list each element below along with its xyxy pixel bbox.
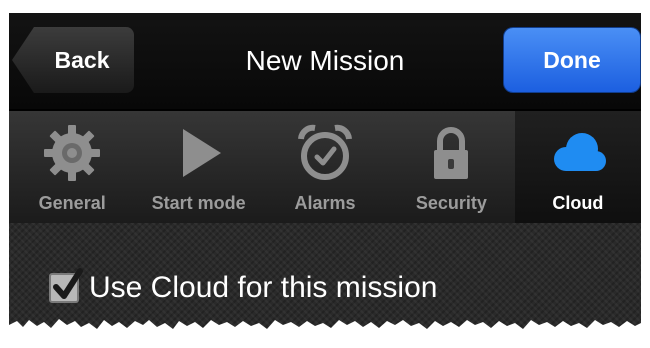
tab-security[interactable]: Security (388, 111, 514, 223)
page-title: New Mission (245, 45, 405, 76)
tab-cloud[interactable]: Cloud (514, 111, 641, 223)
done-button[interactable]: Done (503, 27, 641, 93)
use-cloud-label: Use Cloud for this mission (89, 271, 438, 304)
tab-alarms[interactable]: Alarms (262, 111, 388, 223)
tab-general[interactable]: General (9, 111, 135, 223)
cloud-settings-panel: Use Cloud for this mission (9, 223, 641, 335)
app-screen: Back New Mission Done General Start mode… (9, 13, 641, 335)
tab-alarms-label: Alarms (294, 193, 356, 213)
use-cloud-checkbox[interactable] (49, 268, 83, 303)
back-button[interactable]: Back (12, 27, 134, 93)
cloud-icon (543, 123, 613, 183)
checkmark-icon (53, 268, 83, 299)
done-button-label: Done (543, 46, 601, 73)
tab-cloud-label: Cloud (552, 193, 604, 213)
play-icon (164, 123, 234, 183)
tab-general-label: General (38, 193, 106, 213)
tab-security-label: Security (415, 193, 487, 213)
tab-bar: General Start mode Alarms Security Cloud (9, 111, 641, 223)
back-button-label: Back (54, 46, 110, 73)
navigation-bar: Back New Mission Done (9, 13, 641, 111)
tab-start-mode[interactable]: Start mode (135, 111, 261, 223)
tab-start-mode-label: Start mode (151, 193, 246, 213)
alarm-clock-icon (290, 123, 360, 183)
use-cloud-option[interactable]: Use Cloud for this mission (49, 268, 438, 305)
lock-icon (416, 123, 486, 183)
torn-edge (9, 319, 641, 335)
gear-icon (37, 123, 107, 183)
